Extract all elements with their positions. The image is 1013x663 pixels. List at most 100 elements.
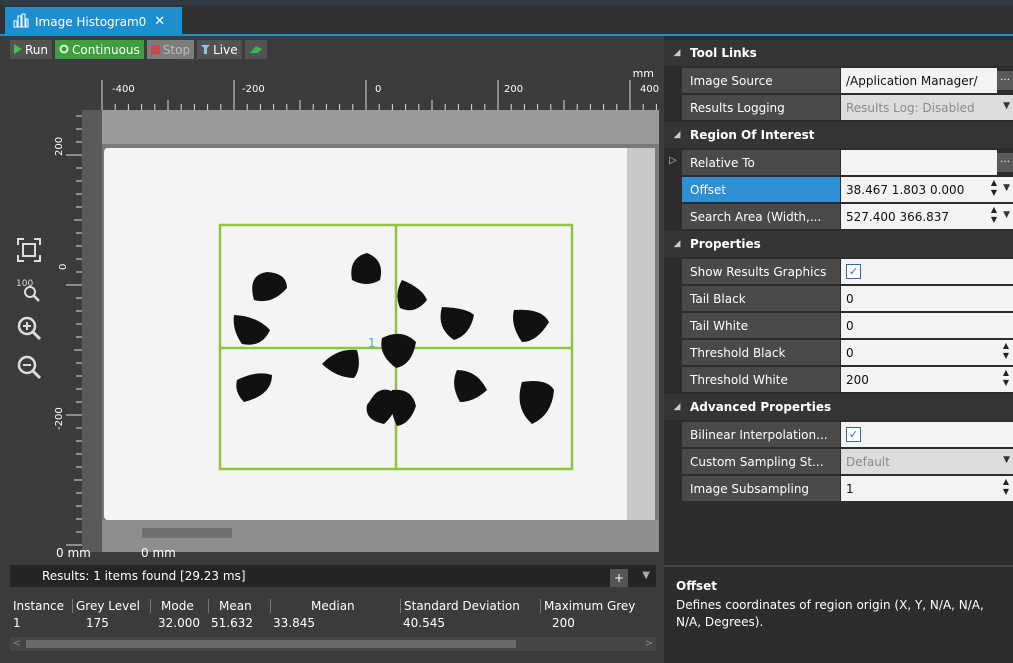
property-search-area[interactable]: Search Area (Width,... 527.400 366.837 ▲… — [664, 203, 1013, 230]
collapse-icon[interactable]: ◢ — [664, 48, 690, 58]
scroll-right-icon[interactable]: > — [642, 637, 656, 651]
dropdown-icon[interactable]: ▼ — [1003, 210, 1010, 220]
property-value[interactable]: 0 — [841, 286, 1013, 311]
stop-icon — [150, 43, 160, 57]
zoom-in-icon — [16, 315, 42, 344]
column-header[interactable]: Grey Level — [72, 598, 150, 613]
checkbox[interactable]: ✓ — [846, 264, 861, 279]
ruler-tick-label: 200 — [504, 84, 524, 95]
property-label: Offset — [682, 177, 840, 202]
column-header[interactable]: Median — [270, 598, 400, 613]
table-cell: 32.000 — [158, 615, 200, 630]
column-header[interactable]: Maximum Grey — [540, 598, 650, 613]
table-row[interactable]: 1 175 32.000 51.632 33.845 40.545 200 — [10, 614, 656, 631]
section-properties[interactable]: ◢ Properties — [664, 231, 1013, 257]
collapse-icon[interactable]: ◢ — [664, 239, 690, 249]
section-region-of-interest[interactable]: ◢ Region Of Interest — [664, 122, 1013, 148]
zoom-in-button[interactable] — [14, 314, 44, 344]
property-offset[interactable]: Offset 38.467 1.803 0.000 ▲ ▼ ▼ — [664, 176, 1013, 203]
property-label: Show Results Graphics — [682, 259, 840, 284]
ruler-tick-label: -200 — [54, 407, 65, 430]
property-image-subsampling[interactable]: Image Subsampling 1 ▲ ▼ — [664, 475, 1013, 502]
property-relative-to[interactable]: ▷ Relative To … — [664, 149, 1013, 176]
tab-image-histogram[interactable]: Image Histogram0 ✕ — [5, 7, 182, 36]
property-show-results-graphics[interactable]: Show Results Graphics ✓ — [664, 258, 1013, 285]
histogram-icon — [13, 13, 29, 31]
column-header[interactable]: Mode — [150, 598, 208, 613]
zoom-100-button[interactable]: 100 — [14, 275, 44, 305]
unit-label-left: 0 mm — [56, 546, 91, 560]
browse-button[interactable]: … — [997, 71, 1013, 90]
run-button[interactable]: Run — [10, 40, 53, 59]
live-label: Live — [213, 42, 238, 57]
property-threshold-white[interactable]: Threshold White 200 ▲ ▼ — [664, 366, 1013, 393]
property-value: ✓ — [841, 422, 1013, 447]
expand-icon[interactable]: ▷ — [669, 155, 677, 166]
live-button[interactable]: Live — [197, 40, 242, 59]
column-header[interactable]: Mean — [208, 598, 270, 613]
column-header[interactable]: Instance — [10, 599, 72, 613]
spinner-icon[interactable]: ▲ ▼ — [1003, 368, 1009, 388]
spinner-icon[interactable]: ▲ ▼ — [991, 178, 997, 198]
property-bilinear-interpolation[interactable]: Bilinear Interpolation... ✓ — [664, 421, 1013, 448]
property-value[interactable]: /Application Manager/ — [841, 68, 997, 93]
dropdown-icon[interactable]: ▼ — [1003, 183, 1010, 193]
spinner-icon[interactable]: ▲ ▼ — [991, 205, 997, 225]
dropdown-icon[interactable]: ▼ — [1003, 455, 1010, 465]
property-label: Threshold White — [682, 367, 840, 392]
scroll-left-icon[interactable]: < — [10, 637, 24, 651]
results-summary: Results: 1 items found [29.23 ms] — [42, 569, 246, 583]
property-tail-white[interactable]: Tail White 0 — [664, 312, 1013, 339]
description-title: Offset — [676, 579, 717, 593]
browse-button[interactable]: … — [997, 153, 1013, 172]
section-title: Advanced Properties — [690, 400, 832, 414]
property-value[interactable]: 0 — [841, 340, 1013, 365]
property-value[interactable]: 1 — [841, 476, 1013, 501]
collapse-icon[interactable]: ◢ — [664, 130, 690, 140]
ruler-tick-label: 400 — [640, 84, 660, 95]
property-value[interactable] — [841, 150, 997, 175]
property-value[interactable]: 38.467 1.803 0.000 — [841, 177, 1013, 202]
scrollbar-thumb[interactable] — [26, 640, 516, 648]
ruler-tick-label: 0 — [375, 84, 382, 95]
property-results-logging[interactable]: Results Logging Results Log: Disabled ▼ — [664, 94, 1013, 121]
collapse-icon[interactable]: ◢ — [664, 402, 690, 412]
section-advanced-properties[interactable]: ◢ Advanced Properties — [664, 394, 1013, 420]
property-label: Bilinear Interpolation... — [682, 422, 840, 447]
graphics-icon — [249, 43, 263, 57]
property-value[interactable]: 0 — [841, 313, 1013, 338]
display-toolbar: Run Continuous Stop Live — [10, 40, 267, 60]
checkbox[interactable]: ✓ — [846, 427, 861, 442]
horizontal-scrollbar[interactable]: < > — [10, 637, 656, 651]
ruler-tick-label: -200 — [242, 84, 265, 95]
stop-button[interactable]: Stop — [146, 40, 195, 59]
continuous-button[interactable]: Continuous — [55, 40, 144, 59]
property-tail-black[interactable]: Tail Black 0 — [664, 285, 1013, 312]
property-value[interactable]: 200 — [841, 367, 1013, 392]
column-header[interactable]: Standard Deviation — [400, 598, 540, 613]
table-cell: 200 — [552, 615, 575, 630]
table-cell: 175 — [86, 615, 109, 630]
section-tool-links[interactable]: ◢ Tool Links — [664, 40, 1013, 66]
camera-image[interactable]: 1 — [82, 110, 659, 552]
spinner-icon[interactable]: ▲ ▼ — [1003, 341, 1009, 361]
description-panel: Offset Defines coordinates of region ori… — [664, 565, 1013, 663]
property-custom-sampling[interactable]: Custom Sampling St... Default ▼ — [664, 448, 1013, 475]
property-value[interactable]: 527.400 366.837 — [841, 204, 1013, 229]
graphics-button[interactable] — [244, 40, 267, 59]
zoom-out-button[interactable] — [14, 353, 44, 383]
property-value[interactable]: Results Log: Disabled — [841, 95, 1013, 120]
property-value[interactable]: Default — [841, 449, 1013, 474]
close-icon[interactable]: ✕ — [154, 14, 165, 29]
fit-to-screen-button[interactable] — [14, 236, 44, 266]
spinner-icon[interactable]: ▲ ▼ — [1003, 477, 1009, 497]
dropdown-icon[interactable]: ▼ — [1003, 101, 1010, 111]
property-label: Tail Black — [682, 286, 840, 311]
horizontal-ruler: mm -400 -200 0 200 400 — [100, 67, 660, 110]
camera-image-canvas: 1 — [82, 110, 659, 552]
add-icon[interactable]: + — [610, 569, 628, 587]
section-title: Properties — [690, 237, 761, 251]
property-threshold-black[interactable]: Threshold Black 0 ▲ ▼ — [664, 339, 1013, 366]
chevron-down-icon[interactable]: ▼ — [642, 570, 650, 581]
property-image-source[interactable]: Image Source /Application Manager/ … — [664, 67, 1013, 94]
